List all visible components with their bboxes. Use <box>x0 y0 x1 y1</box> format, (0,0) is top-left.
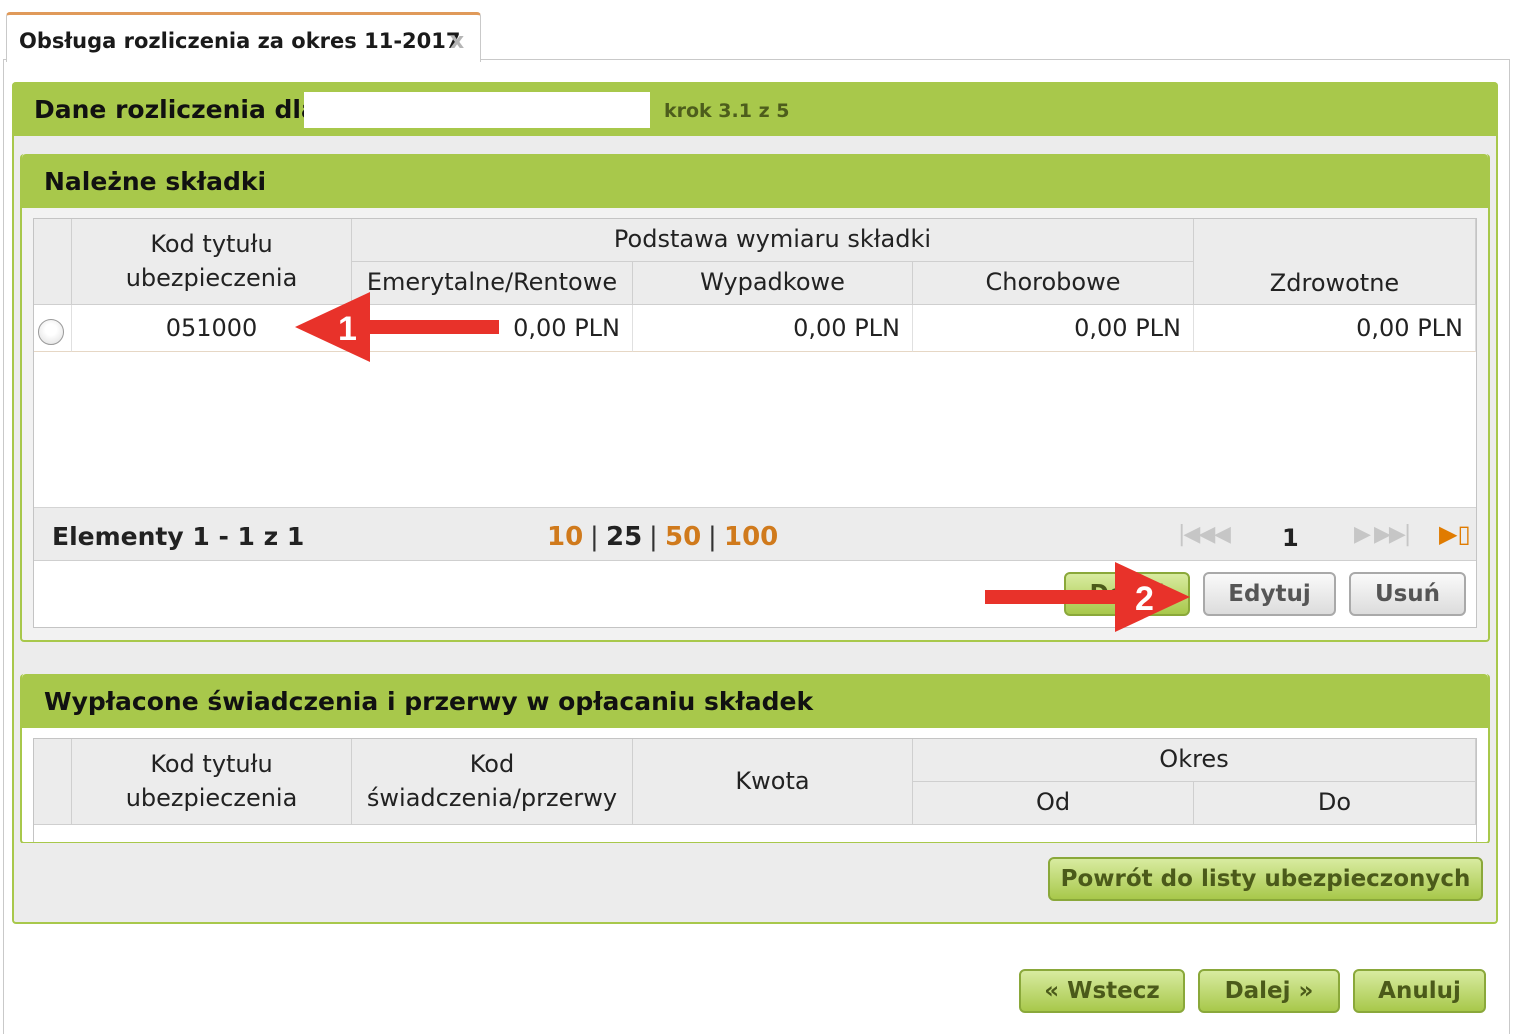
benefits-title: Wypłacone świadczenia i przerwy w opłaca… <box>44 687 814 716</box>
column-group-basis: Podstawa wymiaru składki <box>352 219 1194 262</box>
column-header-amount[interactable]: Kwota <box>633 739 913 825</box>
contributions-header: Należne składki <box>22 154 1488 208</box>
cell-sickness: 0,00 PLN <box>913 305 1194 352</box>
page-size-25[interactable]: 25 <box>606 522 642 552</box>
page-title: Dane rozliczenia dla <box>34 95 318 124</box>
benefits-grid: Kod tytułu ubezpieczenia Kod świadczenia… <box>33 738 1477 842</box>
page-size-separator: | <box>590 522 599 552</box>
next-button[interactable]: Dalej » <box>1198 969 1340 1013</box>
close-icon[interactable]: x <box>450 29 464 54</box>
tab-settlement[interactable]: Obsługa rozliczenia za okres 11-2017 x <box>6 12 481 62</box>
payer-name-field <box>304 92 650 128</box>
contributions-grid: Kod tytułu ubezpieczenia Podstawa wymiar… <box>33 218 1477 628</box>
column-header-from[interactable]: Od <box>913 782 1194 825</box>
column-header-sickness[interactable]: Chorobowe <box>913 262 1194 305</box>
annotation-number-2: 2 <box>1135 580 1154 618</box>
step-indicator: krok 3.1 z 5 <box>664 100 790 122</box>
export-icon[interactable]: ▶▯ <box>1439 520 1471 548</box>
contributions-title: Należne składki <box>44 167 267 196</box>
last-page-icon[interactable]: ▶▶| <box>1374 522 1411 547</box>
settlement-header: Dane rozliczenia dla krok 3.1 z 5 <box>12 82 1498 136</box>
page-size-10[interactable]: 10 <box>547 522 583 552</box>
cell-accident: 0,00 PLN <box>633 305 913 352</box>
column-header-code[interactable]: Kod tytułu ubezpieczenia <box>72 739 352 825</box>
annotation-arrow-1: 1 <box>295 292 499 362</box>
edit-button[interactable]: Edytuj <box>1203 572 1336 616</box>
column-header-benefit-code[interactable]: Kod świadczenia/przerwy <box>352 739 633 825</box>
pager-info: Elementy 1 - 1 z 1 <box>52 522 305 551</box>
page-size-separator: | <box>708 522 717 552</box>
page-size-100[interactable]: 100 <box>724 522 778 552</box>
cancel-button[interactable]: Anuluj <box>1353 969 1486 1013</box>
column-group-period: Okres <box>913 739 1476 782</box>
column-header-to[interactable]: Do <box>1194 782 1476 825</box>
row-select-cell[interactable] <box>34 305 72 352</box>
tab-title: Obsługa rozliczenia za okres 11-2017 <box>19 29 461 53</box>
first-page-icon[interactable]: |◀◀ <box>1178 522 1215 547</box>
column-header-health[interactable]: Zdrowotne <box>1194 219 1476 305</box>
cell-health: 0,00 PLN <box>1194 305 1476 352</box>
prev-page-icon[interactable]: ◀ <box>1214 522 1231 547</box>
annotation-arrow-2: 2 <box>985 562 1190 632</box>
row-radio[interactable] <box>38 319 64 345</box>
column-header-accident[interactable]: Wypadkowe <box>633 262 913 305</box>
select-column-header <box>34 739 72 825</box>
current-page: 1 <box>1282 524 1299 552</box>
back-button[interactable]: « Wstecz <box>1019 969 1185 1013</box>
back-to-list-button[interactable]: Powrót do listy ubezpieczonych <box>1048 857 1483 901</box>
page-size-separator: | <box>649 522 658 552</box>
annotation-number-1: 1 <box>338 310 357 348</box>
select-column-header <box>34 219 72 305</box>
next-page-icon[interactable]: ▶ <box>1354 522 1371 547</box>
page-size-50[interactable]: 50 <box>665 522 701 552</box>
benefits-header: Wypłacone świadczenia i przerwy w opłaca… <box>22 674 1488 728</box>
pager: Elementy 1 - 1 z 1 10 | 25 | 50 | 100 |◀… <box>34 507 1476 561</box>
delete-button[interactable]: Usuń <box>1349 572 1466 616</box>
